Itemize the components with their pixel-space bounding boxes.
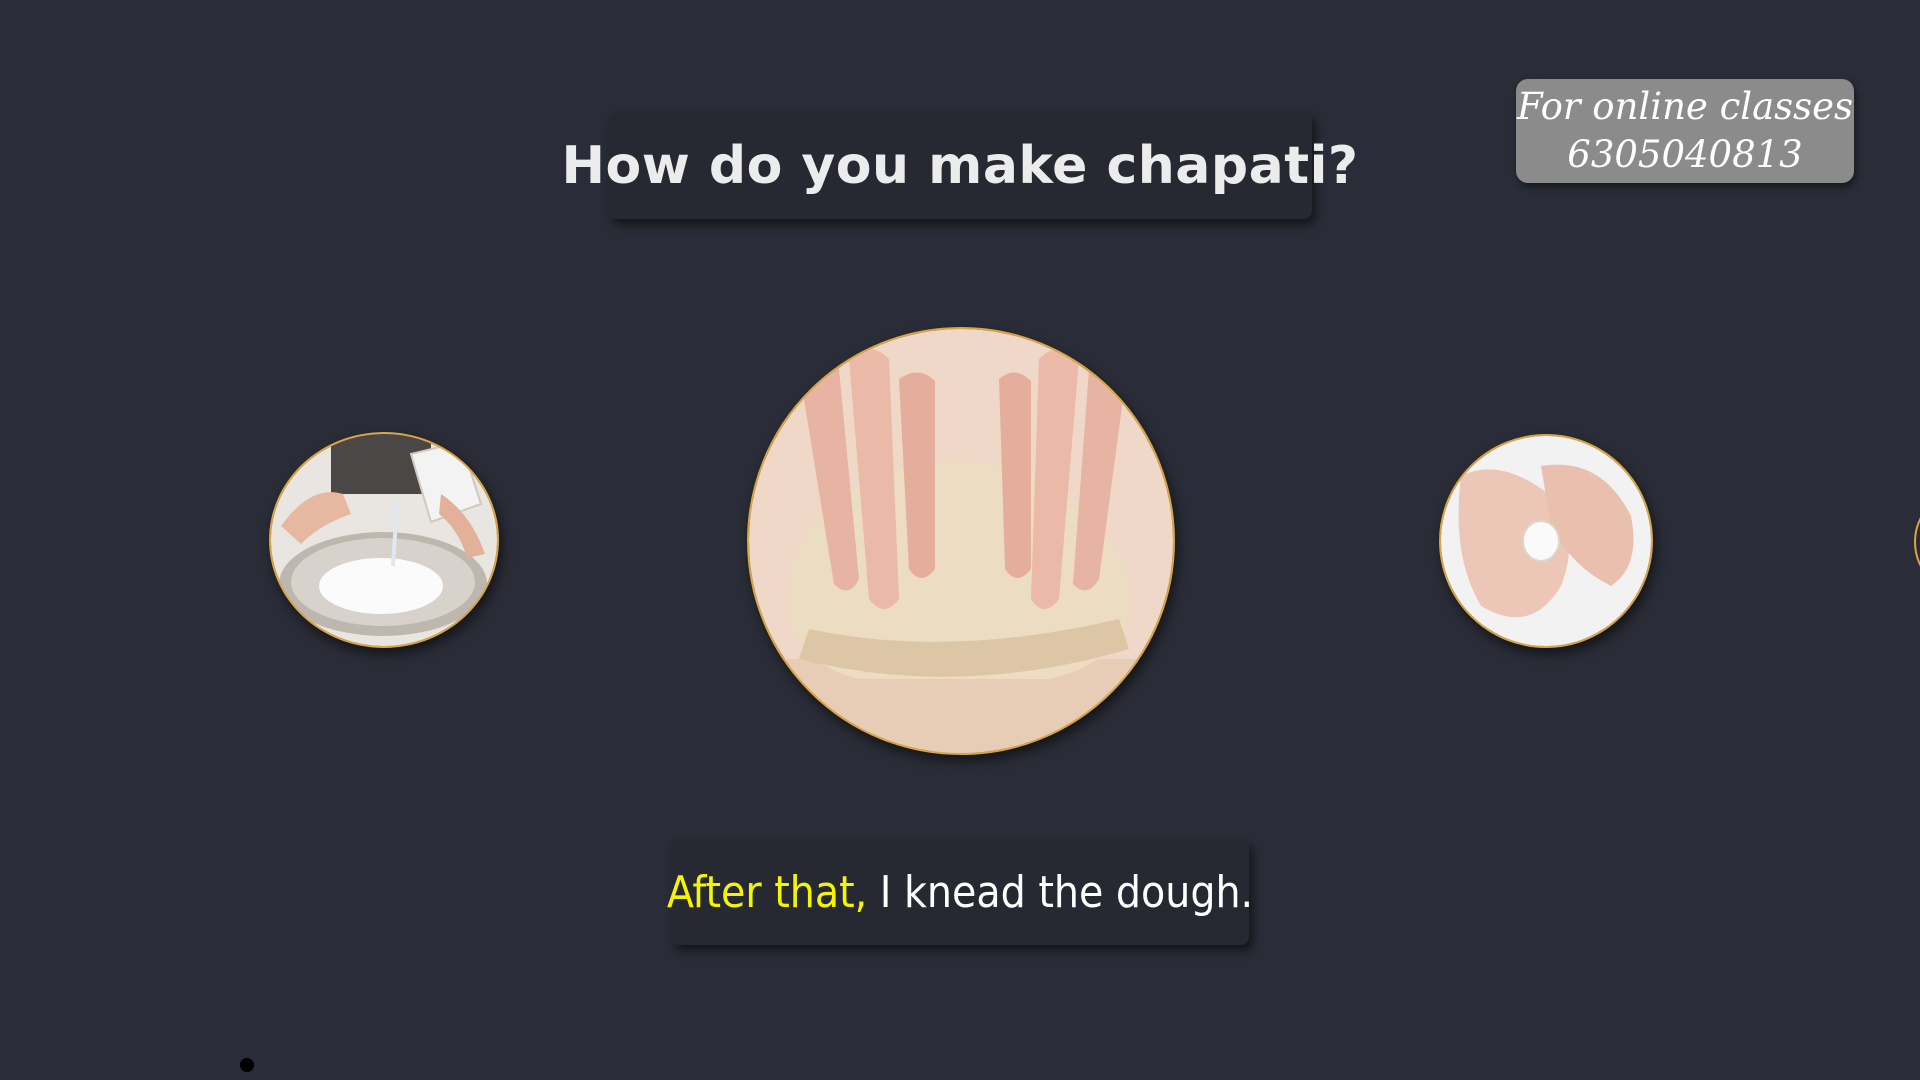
caption-box: After that, I knead the dough. bbox=[667, 839, 1253, 945]
promo-badge: For online classes 6305040813 bbox=[1516, 79, 1854, 183]
title-box: How do you make chapati? bbox=[561, 112, 1358, 219]
caption-text: I knead the dough. bbox=[867, 866, 1254, 918]
next-step-image-edge bbox=[1914, 500, 1920, 584]
slide-stage: How do you make chapati? For online clas… bbox=[0, 0, 1920, 1080]
step-image-dough-ball bbox=[1439, 434, 1653, 648]
promo-text: For online classes bbox=[1516, 85, 1854, 128]
pointer-dot bbox=[240, 1058, 254, 1072]
caption-highlight: After that, bbox=[666, 866, 868, 918]
step-image-pour-water bbox=[269, 432, 499, 648]
step-image-knead-dough bbox=[747, 327, 1175, 755]
page-title: How do you make chapati? bbox=[561, 135, 1359, 196]
promo-phone: 6305040813 bbox=[1567, 133, 1803, 176]
